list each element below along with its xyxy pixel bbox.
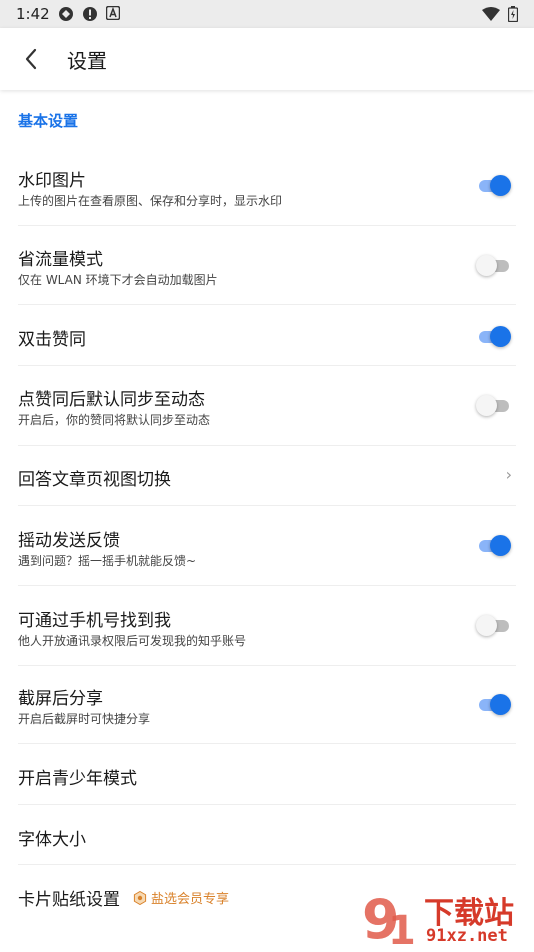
battery-icon bbox=[508, 6, 518, 22]
setting-row-shake-feedback[interactable]: 摇动发送反馈 遇到问题？摇一摇手机就能反馈~ bbox=[0, 506, 534, 586]
alert-icon bbox=[83, 7, 97, 21]
vip-hexagon-icon bbox=[133, 890, 147, 905]
setting-title: 回答文章页视图切换 bbox=[18, 470, 171, 490]
setting-row-data-saver[interactable]: 省流量模式 仅在 WLAN 环境下才会自动加载图片 bbox=[0, 226, 534, 305]
section-header: 基本设置 bbox=[18, 112, 79, 130]
status-icons-right bbox=[482, 6, 518, 22]
sync-like-toggle[interactable] bbox=[476, 393, 512, 417]
setting-row-double-tap-like[interactable]: 双击赞同 bbox=[0, 305, 534, 366]
setting-subtitle: 上传的图片在查看原图、保存和分享时，显示水印 bbox=[18, 194, 283, 208]
sync-icon bbox=[59, 7, 73, 21]
vip-badge-label: 盐选会员专享 bbox=[151, 892, 230, 907]
setting-title: 截屏后分享 bbox=[18, 689, 103, 709]
chevron-right-icon: › bbox=[505, 465, 512, 484]
setting-row-watermark[interactable]: 水印图片 上传的图片在查看原图、保存和分享时，显示水印 bbox=[0, 150, 534, 226]
setting-row-find-by-phone[interactable]: 可通过手机号找到我 他人开放通讯录权限后可发现我的知乎账号 bbox=[0, 586, 534, 666]
setting-row-screenshot-share[interactable]: 截屏后分享 开启后截屏时可快捷分享 bbox=[0, 666, 534, 744]
setting-subtitle: 遇到问题？摇一摇手机就能反馈~ bbox=[18, 554, 197, 568]
data-saver-toggle[interactable] bbox=[476, 253, 512, 277]
setting-subtitle: 仅在 WLAN 环境下才会自动加载图片 bbox=[18, 273, 218, 287]
setting-subtitle: 开启后截屏时可快捷分享 bbox=[18, 712, 151, 726]
svg-text:1: 1 bbox=[388, 908, 416, 948]
app-bar: 设置 bbox=[0, 28, 534, 90]
setting-title: 开启青少年模式 bbox=[18, 769, 137, 789]
double-tap-like-toggle[interactable] bbox=[476, 324, 512, 348]
watermark-toggle[interactable] bbox=[476, 173, 512, 197]
app-a-icon bbox=[106, 6, 120, 20]
screenshot-share-toggle[interactable] bbox=[476, 692, 512, 716]
setting-row-sync-like[interactable]: 点赞同后默认同步至动态 开启后，你的赞同将默认同步至动态 bbox=[0, 366, 534, 446]
status-bar: 1:42 bbox=[0, 0, 534, 28]
setting-subtitle: 他人开放通讯录权限后可发现我的知乎账号 bbox=[18, 634, 247, 648]
page-title: 设置 bbox=[67, 49, 107, 73]
setting-title: 省流量模式 bbox=[18, 250, 103, 270]
watermark-text-2: 91xz.net bbox=[426, 926, 508, 946]
shake-feedback-toggle[interactable] bbox=[476, 533, 512, 557]
setting-title: 点赞同后默认同步至动态 bbox=[18, 390, 205, 410]
setting-subtitle: 开启后，你的赞同将默认同步至动态 bbox=[18, 413, 211, 427]
setting-title: 摇动发送反馈 bbox=[18, 531, 120, 551]
setting-title: 双击赞同 bbox=[18, 330, 86, 350]
setting-title: 卡片贴纸设置 bbox=[18, 890, 120, 910]
setting-row-view-switch[interactable]: 回答文章页视图切换 › bbox=[0, 446, 534, 506]
setting-row-font-size[interactable]: 字体大小 bbox=[0, 805, 534, 865]
status-icons-left bbox=[58, 6, 120, 22]
status-time: 1:42 bbox=[16, 5, 50, 23]
setting-title: 字体大小 bbox=[18, 830, 86, 850]
back-arrow-icon bbox=[25, 48, 37, 70]
setting-row-teen-mode[interactable]: 开启青少年模式 bbox=[0, 744, 534, 805]
setting-title: 水印图片 bbox=[18, 171, 86, 191]
find-by-phone-toggle[interactable] bbox=[476, 613, 512, 637]
setting-title: 可通过手机号找到我 bbox=[18, 611, 171, 631]
site-watermark: 9 1 下载站 91xz.net bbox=[360, 886, 530, 952]
wifi-icon bbox=[482, 7, 500, 21]
vip-badge: 盐选会员专享 bbox=[133, 888, 229, 907]
back-button[interactable] bbox=[14, 42, 48, 76]
